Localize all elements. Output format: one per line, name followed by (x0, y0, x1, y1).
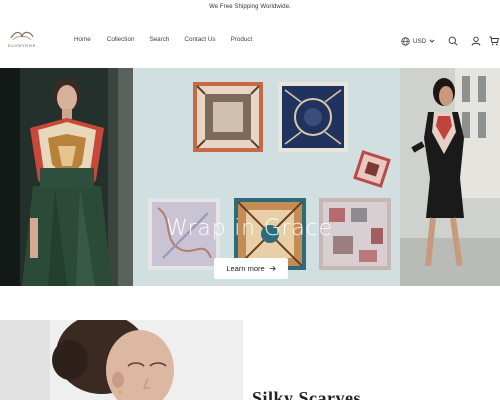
brand-logo[interactable]: ELOWYNNE (3, 29, 41, 53)
nav-product[interactable]: Product (231, 36, 253, 43)
nav-search[interactable]: Search (149, 36, 169, 43)
hero-model-left-image (0, 68, 133, 286)
slide-indicator-1[interactable] (222, 277, 246, 279)
arrow-right-icon (269, 266, 276, 271)
announcement-bar: We Free Shipping Worldwide. (0, 0, 500, 14)
slide-indicator-2[interactable] (250, 277, 274, 279)
nav-home[interactable]: Home (74, 36, 91, 43)
logo-mark-icon (10, 31, 34, 41)
announcement-text: We Free Shipping Worldwide. (209, 4, 291, 10)
featured-model-photo (0, 320, 243, 400)
site-header: ELOWYNNE Home Collection Search Contact … (0, 14, 500, 68)
currency-selector[interactable]: USD (401, 34, 435, 48)
hero-banner: Wrap in Grace Learn more (0, 68, 500, 286)
main-nav: Home Collection Search Contact Us Produc… (74, 36, 252, 43)
hero-scarves-display (148, 82, 391, 270)
search-button[interactable] (447, 35, 459, 47)
hero-model-right-image (400, 68, 500, 286)
learn-more-button[interactable]: Learn more (214, 258, 288, 279)
cart-icon (489, 36, 499, 46)
search-icon (448, 36, 458, 46)
hero-title: Wrap in Grace (166, 216, 333, 241)
hero-slide-indicators (222, 277, 274, 279)
featured-model-image (0, 320, 243, 400)
globe-icon (401, 36, 410, 46)
learn-more-label: Learn more (226, 264, 265, 273)
user-icon (471, 36, 481, 46)
chevron-down-icon (429, 39, 435, 43)
nav-contact-us[interactable]: Contact Us (184, 36, 215, 43)
currency-label: USD (413, 37, 427, 45)
logo-wordmark: ELOWYNNE (8, 44, 36, 48)
cart-button[interactable] (488, 35, 500, 47)
featured-section-title: Silky Scarves (252, 388, 362, 400)
nav-collection[interactable]: Collection (107, 36, 135, 43)
account-button[interactable] (470, 35, 482, 47)
header-actions: USD (390, 34, 500, 48)
